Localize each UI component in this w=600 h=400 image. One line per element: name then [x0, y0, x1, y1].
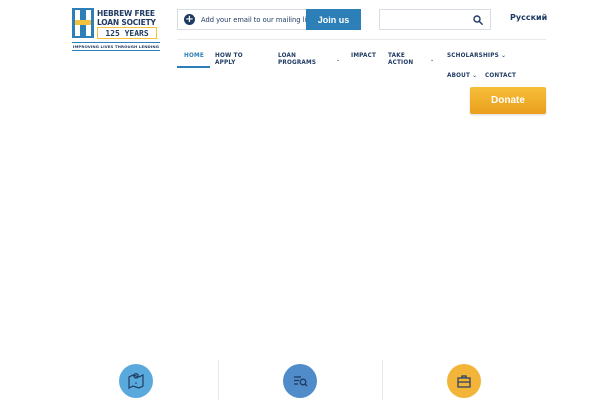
- nav-scholarships[interactable]: SCHOLARSHIPS ⌄: [447, 53, 506, 60]
- nav-how-to-apply-label-2: APPLY: [215, 60, 236, 66]
- nav-contact[interactable]: CONTACT: [485, 73, 516, 80]
- logo-mark-icon: [72, 8, 94, 38]
- feature-briefcase[interactable]: [447, 364, 481, 398]
- logo-line-2: LOAN SOCIETY: [97, 18, 156, 27]
- nav-home[interactable]: HOME: [184, 53, 204, 60]
- join-us-button[interactable]: Join us: [306, 9, 361, 30]
- nav-loan-programs-label-2: PROGRAMS: [278, 60, 317, 66]
- logo-tagline: IMPROVING LIVES THROUGH LENDING: [72, 42, 160, 51]
- chevron-down-icon[interactable]: ⌄: [336, 57, 340, 63]
- nav-impact[interactable]: IMPACT: [351, 53, 376, 60]
- nav-take-action-label-2: ACTION: [388, 60, 414, 66]
- nav-loan-programs-label-1: LOAN: [278, 53, 297, 59]
- search-icon[interactable]: [473, 15, 483, 25]
- nav-loan-programs[interactable]: LOAN PROGRAMS: [278, 53, 316, 67]
- nav-scholarships-label: SCHOLARSHIPS: [447, 53, 499, 59]
- feature-divider: [218, 360, 219, 400]
- donate-button[interactable]: Donate: [470, 87, 546, 114]
- feature-divider: [382, 360, 383, 400]
- nav-how-to-apply-label-1: HOW TO: [215, 53, 243, 59]
- map-pin-icon: [128, 373, 144, 389]
- chevron-down-icon: ⌄: [472, 73, 478, 79]
- mailing-list-text: Add your email to our mailing list: [201, 15, 313, 24]
- chevron-down-icon: ⌄: [501, 53, 507, 59]
- nav-about[interactable]: ABOUT ⌄: [447, 73, 477, 80]
- feature-search-list[interactable]: [283, 364, 317, 398]
- feature-map-pin[interactable]: [119, 364, 153, 398]
- nav-take-action-label-1: TAKE: [388, 53, 405, 59]
- nav-how-to-apply[interactable]: HOW TO APPLY: [215, 53, 243, 67]
- nav-contact-label: CONTACT: [485, 73, 517, 79]
- plus-circle-icon: +: [184, 14, 195, 25]
- search-list-icon: [294, 376, 308, 387]
- nav-take-action[interactable]: TAKE ACTION: [388, 53, 413, 67]
- search-box: [379, 9, 491, 30]
- nav-home-label: HOME: [184, 53, 204, 59]
- site-logo[interactable]: HEBREW FREE LOAN SOCIETY 125 YEARS IMPRO…: [72, 8, 160, 52]
- chevron-down-icon[interactable]: ⌄: [430, 57, 434, 63]
- logo-years: 125 YEARS: [97, 27, 157, 39]
- search-input[interactable]: [380, 10, 470, 29]
- briefcase-icon: [457, 375, 471, 388]
- header-divider: [177, 39, 546, 40]
- nav-about-label: ABOUT: [447, 73, 471, 79]
- language-switch-link[interactable]: Русский: [510, 13, 547, 22]
- logo-line-1: HEBREW FREE: [97, 9, 155, 18]
- mailing-list-signup[interactable]: + Add your email to our mailing list: [177, 9, 312, 30]
- nav-active-indicator: [177, 66, 210, 68]
- nav-impact-label: IMPACT: [351, 53, 377, 59]
